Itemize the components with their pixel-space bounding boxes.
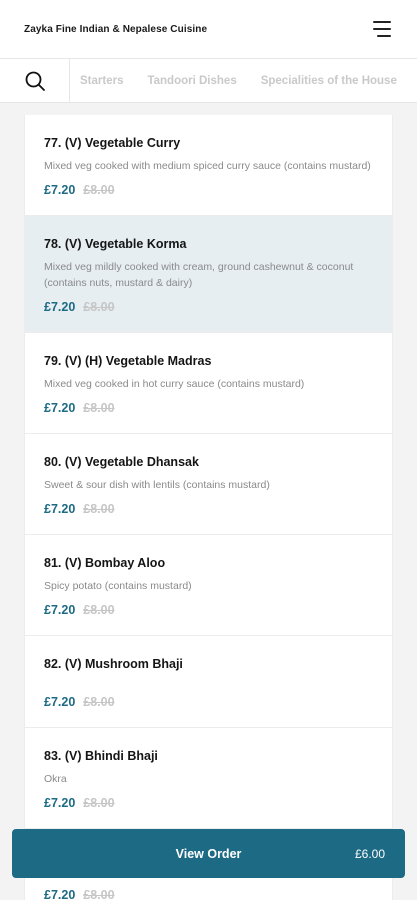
menu-item-price-row: £7.20 £8.00 [44, 182, 373, 215]
menu-item-price-row: £7.20 £8.00 [44, 299, 373, 332]
menu-item-old-price: £8.00 [83, 695, 115, 709]
menu-item-title: 79. (V) (H) Vegetable Madras [44, 354, 212, 368]
category-tab[interactable]: Starters [80, 75, 123, 87]
menu-item-title: 80. (V) Vegetable Dhansak [44, 455, 199, 469]
menu-item-description: Spicy potato (contains mustard) [44, 580, 192, 592]
menu-item-price-row: £7.20 £8.00 [44, 887, 373, 900]
menu-item[interactable]: 77. (V) Vegetable Curry Mixed veg cooked … [25, 115, 392, 216]
menu-item-title: 83. (V) Bhindi Bhaji [44, 749, 158, 763]
menu-item[interactable]: 82. (V) Mushroom Bhaji £7.20 £8.00 [25, 636, 392, 728]
menu-item-description: Okra [44, 773, 67, 785]
category-bar: Starters Tandoori Dishes Specialities of t… [0, 58, 417, 103]
menu-item-price-row: £7.20 £8.00 [44, 795, 373, 828]
menu-item-price-row: £7.20 £8.00 [44, 400, 373, 433]
search-button[interactable] [0, 59, 70, 102]
menu-item[interactable]: 81. (V) Bombay Aloo Spicy potato (contain… [25, 535, 392, 636]
menu-item-title: 81. (V) Bombay Aloo [44, 556, 166, 570]
menu-item-old-price: £8.00 [83, 502, 115, 516]
menu-item-title: 82. (V) Mushroom Bhaji [44, 657, 183, 671]
top-bar: Zayka Fine Indian & Nepalese Cuisine [0, 0, 417, 58]
restaurant-name: Zayka Fine Indian & Nepalese Cuisine [24, 23, 208, 35]
menu-item-old-price: £8.00 [83, 183, 115, 197]
category-tabs: Starters Tandoori Dishes Specialities of t… [70, 59, 417, 102]
menu-item[interactable]: 78. (V) Vegetable Korma Mixed veg mildly … [25, 216, 392, 333]
view-order-button[interactable]: View Order £6.00 [12, 829, 405, 878]
menu-item-description: Mixed veg cooked with medium spiced curr… [44, 160, 371, 172]
menu-item-old-price: £8.00 [83, 300, 115, 314]
menu-item-old-price: £8.00 [83, 401, 115, 415]
order-total: £6.00 [354, 846, 385, 861]
menu-content: 77. (V) Vegetable Curry Mixed veg cooked … [0, 103, 417, 900]
hamburger-menu-icon[interactable] [371, 21, 391, 37]
menu-item-title: 77. (V) Vegetable Curry [44, 136, 181, 150]
menu-item-price: £7.20 [44, 603, 76, 617]
menu-item-price: £7.20 [44, 796, 76, 810]
menu-item[interactable]: 83. (V) Bhindi Bhaji Okra £7.20 £8.00 [25, 728, 392, 829]
view-order-label: View Order [175, 846, 242, 861]
menu-item-price: £7.20 [44, 695, 76, 709]
menu-item-price-row: £7.20 £8.00 [44, 694, 373, 727]
menu-item-old-price: £8.00 [83, 796, 115, 810]
category-tab[interactable]: Specialities of the House [261, 75, 397, 87]
menu-item-price: £7.20 [44, 300, 76, 314]
menu-item-price: £7.20 [44, 888, 76, 900]
menu-item-price: £7.20 [44, 502, 76, 516]
menu-item-description: Mixed veg mildly cooked with cream, grou… [44, 261, 354, 289]
category-tab[interactable]: Tandoori Dishes [147, 75, 236, 87]
menu-item-description: Mixed veg cooked in hot curry sauce (con… [44, 378, 305, 390]
menu-item[interactable]: 80. (V) Vegetable Dhansak Sweet & sour di… [25, 434, 392, 535]
menu-item-price: £7.20 [44, 183, 76, 197]
menu-item-list: 77. (V) Vegetable Curry Mixed veg cooked … [24, 115, 393, 900]
search-icon [25, 71, 45, 91]
menu-item-old-price: £8.00 [83, 603, 115, 617]
menu-item-price-row: £7.20 £8.00 [44, 602, 373, 635]
menu-item-old-price: £8.00 [83, 888, 115, 900]
menu-item[interactable]: 79. (V) (H) Vegetable Madras Mixed veg co… [25, 333, 392, 434]
menu-item-price: £7.20 [44, 401, 76, 415]
menu-item-title: 78. (V) Vegetable Korma [44, 237, 187, 251]
menu-item-price-row: £7.20 £8.00 [44, 501, 373, 534]
menu-item-description: Sweet & sour dish with lentils (contains… [44, 479, 270, 491]
